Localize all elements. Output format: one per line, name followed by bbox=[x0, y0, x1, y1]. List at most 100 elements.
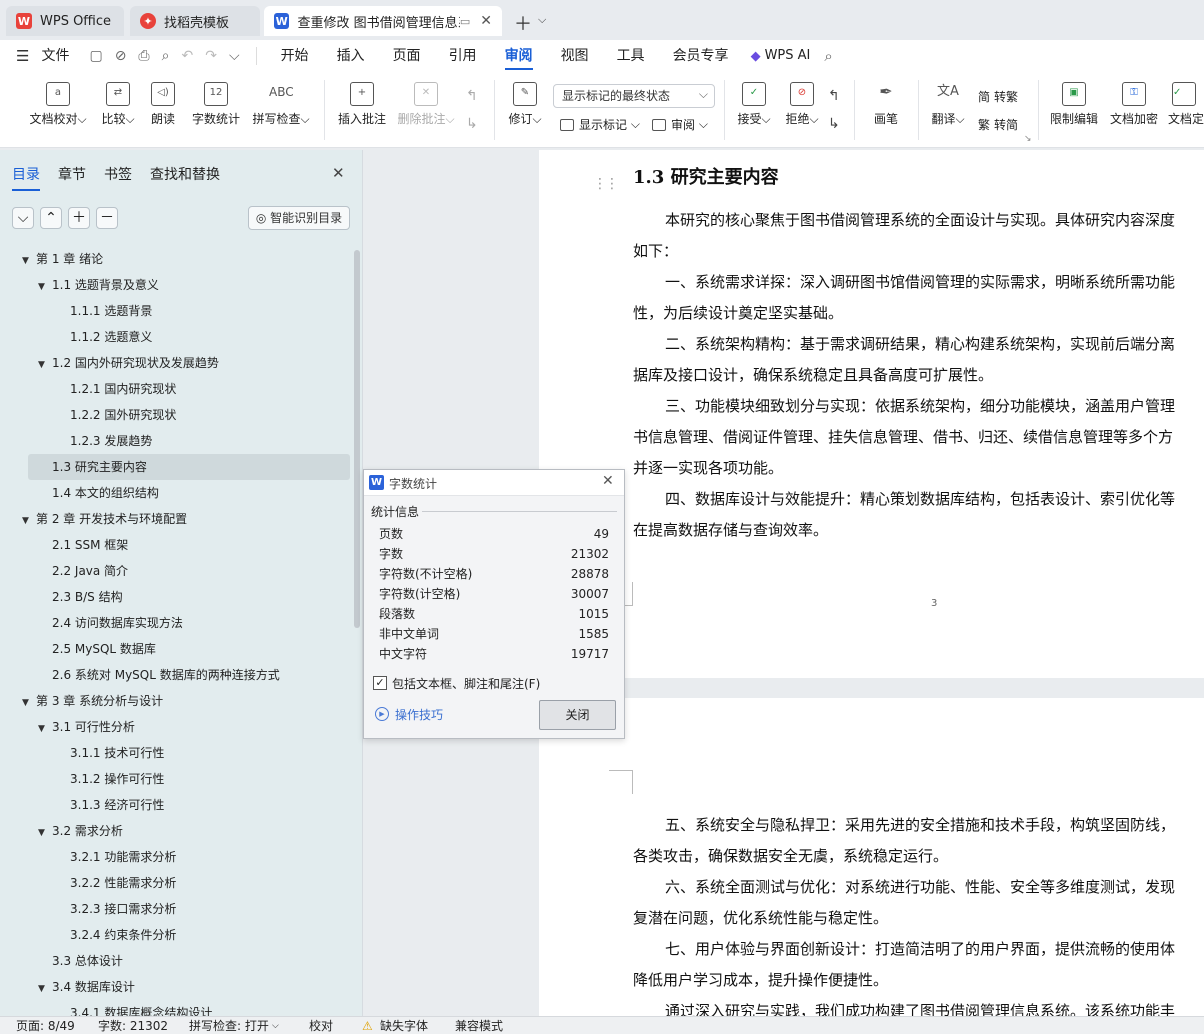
doc-finalize-button[interactable]: ✓ 文档定 bbox=[1168, 82, 1204, 127]
tab-find-replace[interactable]: 查找和替换 bbox=[150, 164, 220, 184]
toc-item[interactable]: 3.1.3 经济可行性 bbox=[56, 792, 164, 818]
tips-link[interactable]: 操作技巧 bbox=[395, 706, 443, 723]
toc-item[interactable]: 2.6 系统对 MySQL 数据库的两种连接方式 bbox=[38, 662, 280, 688]
toc-item[interactable]: 3.2.2 性能需求分析 bbox=[56, 870, 176, 896]
word-count-button[interactable]: 12 字数统计 bbox=[190, 82, 242, 127]
toc-item[interactable]: 1.4 本文的组织结构 bbox=[38, 480, 159, 506]
menu-file[interactable]: 文件 bbox=[37, 40, 83, 72]
menu-insert[interactable]: 插入 bbox=[323, 40, 379, 72]
print-preview-icon[interactable]: ⌕ bbox=[156, 48, 176, 64]
toc-item[interactable]: 2.2 Java 简介 bbox=[38, 558, 128, 584]
to-simplified-button[interactable]: 繁 转简 bbox=[978, 116, 1018, 133]
save-icon[interactable]: ▢ bbox=[83, 48, 108, 64]
toc-item[interactable]: 1.2.1 国内研究现状 bbox=[56, 376, 176, 402]
page-indicator[interactable]: 页面: 8/49 bbox=[16, 1017, 75, 1034]
word-count-indicator[interactable]: 字数: 21302 bbox=[98, 1017, 168, 1034]
toc-item[interactable]: ▼ 3.1 可行性分析 bbox=[38, 714, 135, 740]
close-button[interactable]: 关闭 bbox=[539, 700, 616, 730]
tab-sections[interactable]: 章节 bbox=[58, 164, 86, 184]
menu-member[interactable]: 会员专享 bbox=[659, 40, 743, 72]
spell-check-button[interactable]: ABC 拼写检查⌵ bbox=[250, 82, 312, 127]
toc-item[interactable]: ▼ 第 2 章 开发技术与环境配置 bbox=[22, 506, 187, 532]
caret-down-icon[interactable]: ▼ bbox=[38, 976, 52, 1002]
menu-reference[interactable]: 引用 bbox=[435, 40, 491, 72]
tab-bookmarks[interactable]: 书签 bbox=[104, 164, 132, 184]
close-icon[interactable]: ✕ bbox=[480, 13, 492, 29]
read-aloud-button[interactable]: ◁) 朗读 bbox=[148, 82, 178, 127]
toc-item[interactable]: ▼ 1.2 国内外研究现状及发展趋势 bbox=[38, 350, 219, 376]
toc-item[interactable]: ▼ 1.1 选题背景及意义 bbox=[38, 272, 159, 298]
insert-comment-button[interactable]: + 插入批注 bbox=[336, 82, 388, 127]
markup-mode-select[interactable]: 显示标记的最终状态 bbox=[553, 83, 715, 108]
toc-item[interactable]: 1.2.3 发展趋势 bbox=[56, 428, 152, 454]
tab-current-document[interactable]: W 查重修改 图书借阅管理信息系 ▭ ✕ bbox=[264, 6, 502, 36]
toc-item[interactable]: ▼ 3.4 数据库设计 bbox=[38, 974, 135, 1000]
chevron-down-icon[interactable]: ⌵ bbox=[223, 48, 246, 64]
toc-item[interactable]: 1.1.1 选题背景 bbox=[56, 298, 152, 324]
include-textboxes-checkbox[interactable]: ✓ bbox=[373, 676, 387, 690]
expand-icon[interactable]: ↘ bbox=[1024, 134, 1032, 144]
compare-button[interactable]: ⇄ 比较⌵ bbox=[98, 82, 138, 127]
share-icon[interactable]: ⊘ bbox=[109, 48, 133, 64]
toc-item[interactable]: 1.3 研究主要内容 bbox=[38, 454, 147, 480]
toc-item[interactable]: 3.2.3 接口需求分析 bbox=[56, 896, 176, 922]
review-pane-button[interactable]: 审阅 ⌵ bbox=[652, 116, 708, 133]
add-heading-button[interactable]: ＋ bbox=[68, 207, 90, 229]
caret-down-icon[interactable]: ▼ bbox=[38, 716, 52, 742]
encrypt-button[interactable]: ⚿ 文档加密 bbox=[1108, 82, 1160, 127]
toc-item[interactable]: 1.1.2 选题意义 bbox=[56, 324, 152, 350]
missing-font-status[interactable]: 缺失字体 bbox=[380, 1017, 428, 1034]
toc-item[interactable]: 3.1.2 操作可行性 bbox=[56, 766, 164, 792]
toc-item[interactable]: 1.2.2 国外研究现状 bbox=[56, 402, 176, 428]
redo-icon[interactable]: ↷ bbox=[199, 48, 223, 64]
toc-item[interactable]: 3.1.1 技术可行性 bbox=[56, 740, 164, 766]
monitor-icon[interactable]: ▭ bbox=[460, 15, 470, 28]
caret-down-icon[interactable]: ▼ bbox=[38, 274, 52, 300]
toc-item[interactable]: 3.2.4 约束条件分析 bbox=[56, 922, 176, 948]
accept-button[interactable]: ✓ 接受⌵ bbox=[734, 82, 774, 127]
menu-tools[interactable]: 工具 bbox=[603, 40, 659, 72]
chevron-down-icon[interactable]: ⌵ bbox=[538, 13, 546, 27]
restrict-edit-button[interactable]: ▣ 限制编辑 bbox=[1046, 82, 1102, 127]
search-icon[interactable]: ⌕ bbox=[818, 47, 838, 65]
toc-item[interactable]: ▼ 第 1 章 绪论 bbox=[22, 246, 103, 272]
hamburger-icon[interactable]: ☰ bbox=[0, 47, 37, 65]
remove-heading-button[interactable]: － bbox=[96, 207, 118, 229]
menu-page[interactable]: 页面 bbox=[379, 40, 435, 72]
caret-down-icon[interactable]: ▼ bbox=[22, 248, 36, 274]
scrollbar[interactable] bbox=[354, 250, 360, 628]
delete-comment-button[interactable]: ✕ 删除批注⌵ bbox=[396, 82, 456, 127]
close-icon[interactable]: ✕ bbox=[602, 473, 614, 489]
toc-item[interactable]: 2.4 访问数据库实现方法 bbox=[38, 610, 183, 636]
caret-down-icon[interactable]: ▼ bbox=[38, 820, 52, 846]
pen-button[interactable]: ✒ 画笔 bbox=[866, 82, 906, 127]
reject-button[interactable]: ⊘ 拒绝⌵ bbox=[782, 82, 822, 127]
tab-wps-office[interactable]: W WPS Office bbox=[6, 6, 124, 36]
toc-item[interactable]: ▼ 第 3 章 系统分析与设计 bbox=[22, 688, 163, 714]
prev-change-icon[interactable]: ↰ bbox=[828, 88, 840, 104]
proof-status[interactable]: 校对 bbox=[309, 1017, 333, 1034]
caret-down-icon[interactable]: ▼ bbox=[38, 352, 52, 378]
track-changes-button[interactable]: ✎ 修订⌵ bbox=[506, 82, 544, 127]
caret-down-icon[interactable]: ▼ bbox=[22, 508, 36, 534]
smart-toc-button[interactable]: ◎ 智能识别目录 bbox=[248, 206, 350, 230]
next-change-icon[interactable]: ↳ bbox=[828, 116, 840, 132]
doc-check-button[interactable]: a 文档校对⌵ bbox=[28, 82, 88, 127]
toc-item[interactable]: 2.3 B/S 结构 bbox=[38, 584, 123, 610]
tab-docer[interactable]: ✦ 找稻壳模板 bbox=[130, 6, 260, 36]
caret-down-icon[interactable]: ▼ bbox=[22, 690, 36, 716]
print-icon[interactable]: ⎙ bbox=[132, 48, 155, 64]
undo-icon[interactable]: ↶ bbox=[175, 48, 199, 64]
menu-wps-ai[interactable]: WPS AI bbox=[761, 40, 819, 72]
new-tab-icon[interactable]: ＋ bbox=[514, 10, 532, 36]
to-traditional-button[interactable]: 简 转繁 bbox=[978, 88, 1018, 105]
toc-item[interactable]: ▼ 3.2 需求分析 bbox=[38, 818, 123, 844]
next-comment-icon[interactable]: ↳ bbox=[466, 116, 478, 132]
toc-item[interactable]: 2.1 SSM 框架 bbox=[38, 532, 128, 558]
toc-item[interactable]: 3.3 总体设计 bbox=[38, 948, 123, 974]
prev-comment-icon[interactable]: ↰ bbox=[466, 88, 478, 104]
close-icon[interactable]: ✕ bbox=[332, 164, 345, 182]
drag-handle-icon[interactable]: ⋮⋮ bbox=[593, 176, 619, 192]
spell-check-status[interactable]: 拼写检查: 打开 bbox=[189, 1017, 269, 1034]
chevron-down-icon[interactable]: ⌵ bbox=[272, 1017, 279, 1034]
